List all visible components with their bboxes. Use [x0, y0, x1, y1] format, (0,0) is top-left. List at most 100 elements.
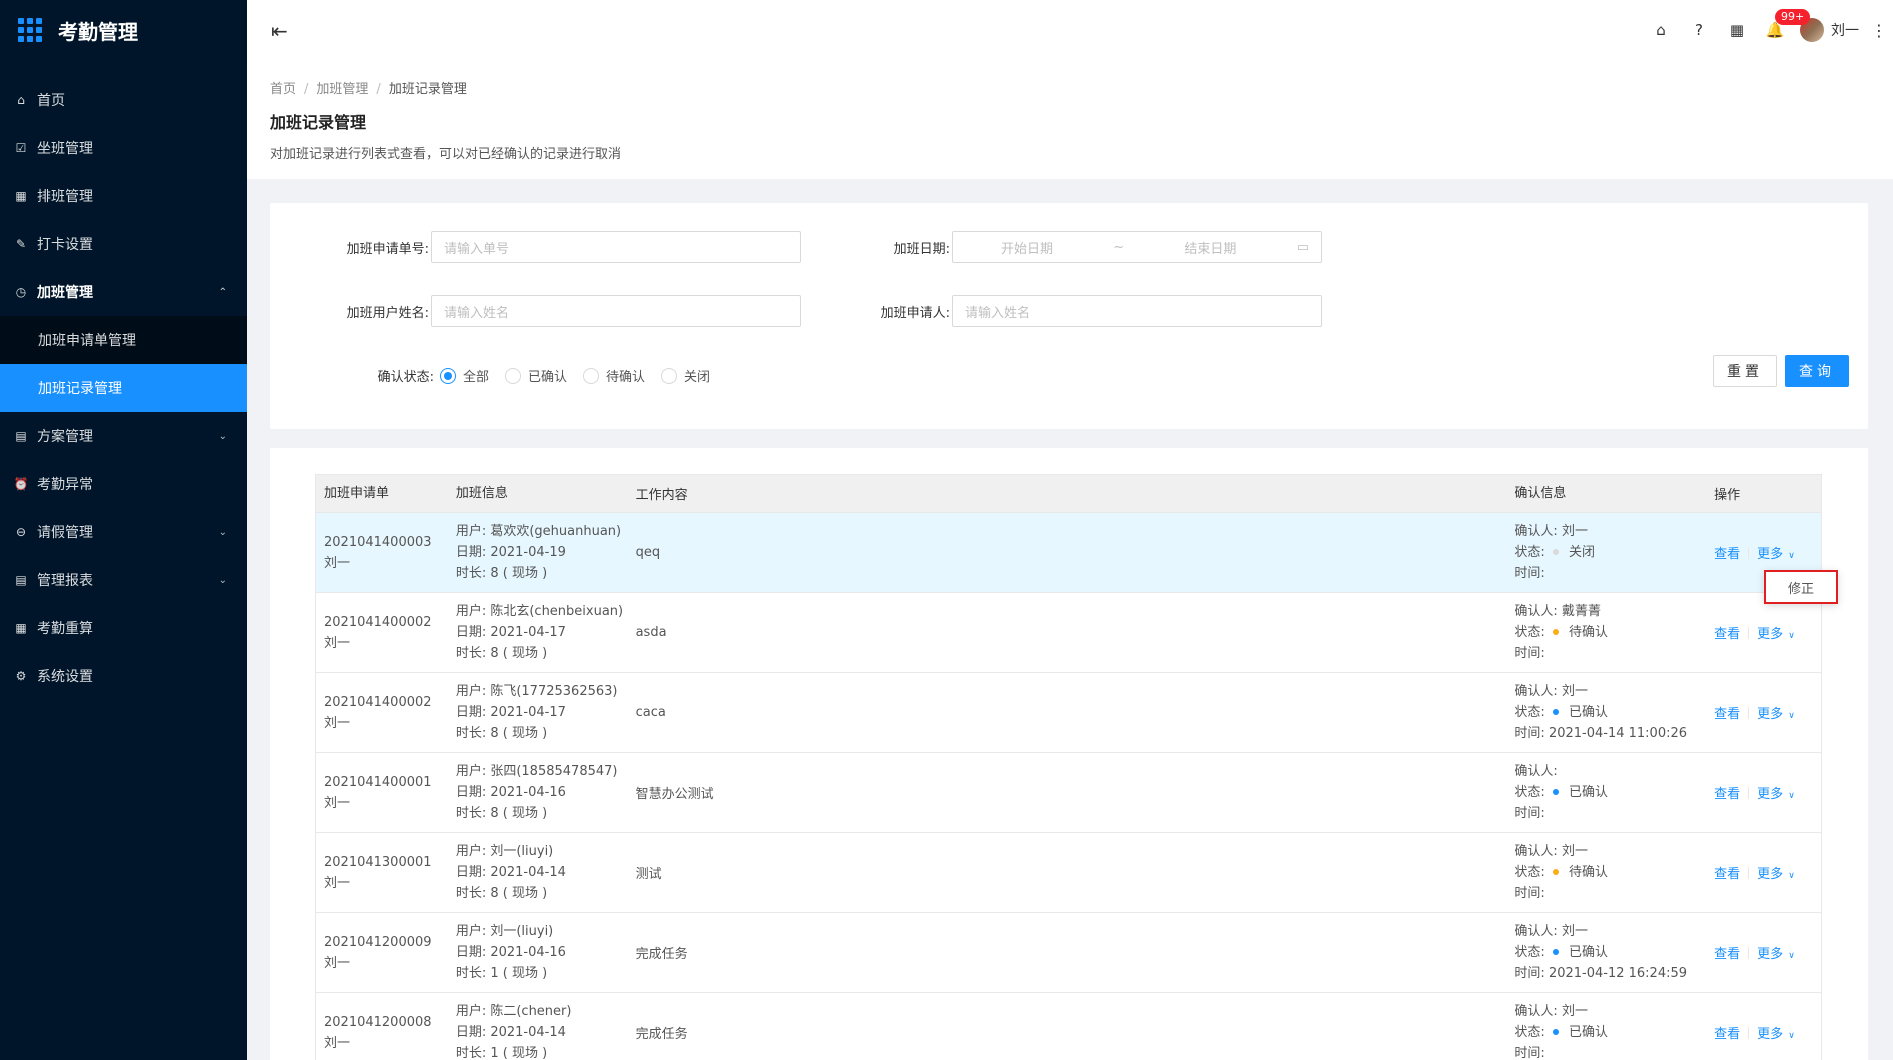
user-name-input[interactable]: 请输入姓名	[431, 295, 801, 327]
breadcrumb-home[interactable]: 首页	[270, 82, 296, 97]
col-header-actions: 操作	[1714, 488, 1741, 503]
status-prefix: 状态:	[1514, 865, 1549, 880]
table-row[interactable]: 2021041200008 刘一 用户: 陈二(chener) 日期: 2021-04…	[316, 993, 1821, 1060]
duration-value: 8 ( 现场 )	[490, 886, 548, 901]
breadcrumb-overtime[interactable]: 加班管理	[316, 82, 368, 97]
sidebar-item-plans[interactable]: ▤ 方案管理 ⌄	[0, 412, 247, 460]
view-link[interactable]: 查看	[1714, 623, 1740, 642]
status-prefix: 状态:	[1514, 545, 1549, 560]
date-range-picker[interactable]: 开始日期 ~ 结束日期 ▭	[952, 231, 1322, 263]
menu-fold-icon[interactable]: ⇤	[271, 19, 288, 43]
home-icon[interactable]: ⌂	[1642, 21, 1680, 39]
user-value: 刘一(liuyi)	[490, 924, 554, 939]
sidebar-item-label: 加班记录管理	[38, 381, 122, 397]
view-link[interactable]: 查看	[1714, 863, 1740, 882]
table-row[interactable]: 2021041300001 刘一 用户: 刘一(liuyi) 日期: 2021-04-…	[316, 833, 1821, 913]
dropdown-item-correct[interactable]: 修正	[1788, 578, 1814, 597]
user-prefix: 用户:	[455, 684, 491, 699]
confirmer-prefix: 确认人:	[1514, 524, 1562, 539]
order-cell: 2021041400001 刘一	[316, 772, 456, 814]
more-dropdown-link[interactable]: 更多 ∨	[1757, 863, 1795, 882]
view-link[interactable]: 查看	[1714, 703, 1740, 722]
order-number: 2021041400001	[324, 774, 432, 790]
status-dot	[1552, 629, 1559, 635]
page-header: 首页 / 加班管理 / 加班记录管理 加班记录管理 对加班记录进行列表式查看，可以对已经…	[247, 60, 1893, 179]
date-value: 2021-04-17	[490, 625, 566, 640]
chevron-up-icon: ⌃	[218, 286, 227, 298]
view-link[interactable]: 查看	[1714, 783, 1740, 802]
sidebar-item-system-settings[interactable]: ⚙ 系统设置	[0, 652, 247, 700]
more-dropdown-link[interactable]: 更多 ∨	[1757, 943, 1795, 962]
info-cell: 用户: 葛欢欢(gehuanhuan) 日期: 2021-04-19 时长: 8 (…	[456, 521, 636, 584]
sidebar-item-home[interactable]: ⌂ 首页	[0, 76, 247, 124]
status-prefix: 状态:	[1514, 625, 1549, 640]
sidebar-item-reports[interactable]: ▤ 管理报表 ⌄	[0, 556, 247, 604]
sidebar-item-scheduling[interactable]: ▦ 排班管理	[0, 172, 247, 220]
more-dropdown-link[interactable]: 更多 ∨	[1757, 703, 1795, 722]
username[interactable]: 刘一	[1831, 20, 1859, 40]
action-divider	[1748, 1026, 1750, 1039]
sidebar-item-anomalies[interactable]: ⏰ 考勤异常	[0, 460, 247, 508]
order-no-input[interactable]: 请输入单号	[431, 231, 801, 263]
more-dropdown-menu: 修正	[1764, 570, 1838, 604]
sidebar-item-clock-settings[interactable]: ✎ 打卡设置	[0, 220, 247, 268]
view-link[interactable]: 查看	[1714, 543, 1740, 562]
sidebar-item-overtime-records[interactable]: 加班记录管理	[0, 364, 247, 412]
calendar-check-icon: ☑	[15, 141, 27, 155]
clock-icon: ◷	[15, 285, 27, 299]
view-link[interactable]: 查看	[1714, 1023, 1740, 1042]
applicant-input[interactable]: 请输入姓名	[952, 295, 1322, 327]
confirm-cell: 确认人: 状态: 已确认 时间:	[1514, 761, 1714, 824]
table-row[interactable]: 2021041400002 刘一 用户: 陈北玄(chenbeixuan) 日期: 2…	[316, 593, 1821, 673]
more-dropdown-link[interactable]: 更多 ∨	[1757, 543, 1795, 562]
time-prefix: 时间:	[1514, 726, 1549, 741]
date-prefix: 日期:	[455, 705, 491, 720]
table-row[interactable]: 2021041400001 刘一 用户: 张四(18585478547) 日期: 20…	[316, 753, 1821, 833]
table-row[interactable]: 2021041400003 刘一 用户: 葛欢欢(gehuanhuan) 日期: 20…	[316, 513, 1821, 593]
search-button[interactable]: 查询	[1785, 355, 1849, 387]
order-owner: 刘一	[324, 875, 351, 891]
order-owner: 刘一	[324, 1035, 351, 1051]
status-label: 确认状态:	[377, 370, 434, 385]
date-start-input[interactable]: 开始日期	[1001, 238, 1053, 257]
order-number: 2021041300001	[324, 854, 432, 870]
view-link[interactable]: 查看	[1714, 943, 1740, 962]
date-prefix: 日期:	[455, 945, 491, 960]
file-icon: ▤	[15, 429, 27, 443]
date-value: 2021-04-16	[490, 785, 566, 800]
reset-button[interactable]: 重置	[1713, 355, 1777, 387]
date-value: 2021-04-17	[490, 705, 566, 720]
table-row[interactable]: 2021041200009 刘一 用户: 刘一(liuyi) 日期: 2021-04-…	[316, 913, 1821, 993]
more-vertical-icon[interactable]: ⋮	[1871, 21, 1887, 40]
help-icon[interactable]: ?	[1680, 21, 1718, 39]
content-cell: 完成任务	[635, 1027, 688, 1042]
more-dropdown-link[interactable]: 更多 ∨	[1757, 623, 1795, 642]
sidebar-item-leave[interactable]: ⊖ 请假管理 ⌄	[0, 508, 247, 556]
apps-icon[interactable]: ▦	[1718, 21, 1756, 39]
sidebar-item-label: 考勤重算	[37, 621, 93, 637]
confirmer-prefix: 确认人:	[1514, 924, 1562, 939]
table-row[interactable]: 2021041400002 刘一 用户: 陈飞(17725362563) 日期: 20…	[316, 673, 1821, 753]
date-end-input[interactable]: 结束日期	[1184, 238, 1236, 257]
status-radio-pending[interactable]: 待确认	[583, 366, 645, 385]
actions-cell: 查看 更多 ∨	[1714, 783, 1821, 802]
status-radio-confirmed[interactable]: 已确认	[505, 366, 567, 385]
app-logo[interactable]: 考勤管理	[0, 0, 247, 60]
records-table-card: 加班申请单 加班信息 工作内容 确认信息 操作 2021041400003 刘一用…	[270, 448, 1868, 1060]
info-cell: 用户: 陈飞(17725362563) 日期: 2021-04-17 时长: 8 (…	[456, 681, 636, 744]
more-dropdown-link[interactable]: 更多 ∨	[1757, 1023, 1795, 1042]
duration-value: 8 ( 现场 )	[490, 806, 548, 821]
order-number: 2021041200008	[324, 1014, 432, 1030]
sidebar-item-label: 加班申请单管理	[38, 333, 136, 349]
sidebar-item-label: 系统设置	[37, 669, 93, 685]
col-header-info: 加班信息	[455, 486, 508, 501]
sidebar-item-recalculate[interactable]: ▦ 考勤重算	[0, 604, 247, 652]
sidebar-item-overtime[interactable]: ◷ 加班管理 ⌃	[0, 268, 247, 316]
sidebar-item-office-shift[interactable]: ☑ 坐班管理	[0, 124, 247, 172]
notification-bell[interactable]: 🔔 99+	[1756, 9, 1811, 39]
more-dropdown-link[interactable]: 更多 ∨	[1757, 783, 1795, 802]
sidebar-item-overtime-requests[interactable]: 加班申请单管理	[0, 316, 247, 364]
calendar-icon: ▦	[15, 189, 27, 203]
status-radio-closed[interactable]: 关闭	[661, 366, 710, 385]
status-radio-all[interactable]: 全部	[440, 366, 489, 385]
